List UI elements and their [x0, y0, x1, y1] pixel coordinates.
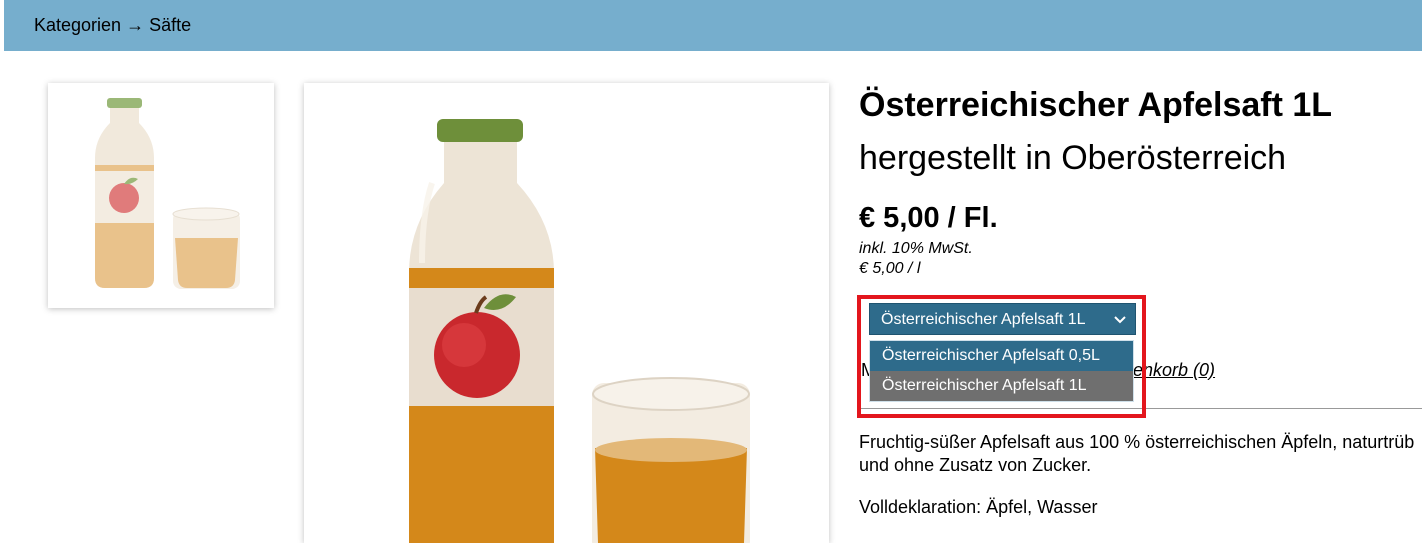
product-description: Fruchtig-süßer Apfelsaft aus 100 % öster… [859, 432, 1415, 475]
breadcrumb: Kategorien → Säfte [34, 15, 191, 36]
vat-note: inkl. 10% MwSt. [859, 240, 973, 257]
product-title: Österreichischer Apfelsaft 1L [859, 86, 1333, 124]
variant-dropdown: Österreichischer Apfelsaft 0,5L Österrei… [869, 340, 1134, 402]
variant-select-value: Österreichischer Apfelsaft 1L [881, 311, 1086, 328]
product-main-image [304, 83, 829, 543]
header-bar: Kategorien → Säfte [4, 0, 1422, 51]
variant-select[interactable]: Österreichischer Apfelsaft 1L [869, 303, 1136, 335]
breadcrumb-link-kategorien[interactable]: Kategorien [34, 15, 121, 36]
variant-option-0-5l[interactable]: Österreichischer Apfelsaft 0,5L [869, 340, 1134, 371]
breadcrumb-separator: → [126, 15, 145, 35]
chevron-down-icon [1114, 316, 1126, 324]
product-thumbnail[interactable] [48, 83, 274, 308]
product-declaration: Volldeklaration: Äpfel, Wasser [859, 497, 1098, 517]
variant-option-1l[interactable]: Österreichischer Apfelsaft 1L [869, 371, 1134, 402]
breadcrumb-current: Säfte [149, 15, 192, 35]
unit-price: € 5,00 / l [859, 260, 921, 277]
juice-bottle-image [409, 119, 750, 543]
product-price: € 5,00 / Fl. [859, 202, 998, 234]
juice-thumbnail-image [95, 98, 240, 289]
product-subtitle: hergestellt in Oberösterreich [859, 139, 1287, 177]
